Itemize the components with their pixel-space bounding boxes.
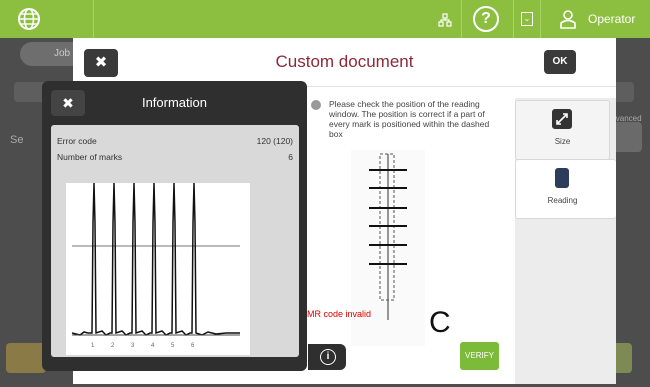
side-tab-panel: Size Reading [515,98,616,384]
marks-row: Number of marks 6 [57,152,293,162]
marks-value: 6 [288,152,293,162]
dialog-title: Custom document [275,52,414,71]
info-icon: i [320,349,336,365]
tab-size-label: Size [554,137,571,146]
topbar-divider [461,0,462,38]
verify-button[interactable]: VERIFY [460,342,499,370]
error-code-label: Error code [57,136,97,146]
globe-icon[interactable] [17,7,41,31]
user-icon[interactable] [560,9,576,29]
dialog-header: ✖ Custom document OK [73,38,616,87]
graph-tick: 1 [91,343,95,349]
topbar-divider [540,0,541,38]
info-title: Information [141,95,208,110]
ok-button[interactable]: OK [544,50,576,74]
operator-label[interactable]: Operator [588,12,635,26]
bg-settings-tile [612,122,642,152]
page-edge-letter: C [429,306,451,339]
information-dialog: ✖ Information Error code 120 (120) Numbe… [42,81,307,371]
marks-label: Number of marks [57,152,123,162]
top-bar: ? ⌄ Operator [0,0,650,38]
tab-reading-label: Reading [547,196,578,205]
jobs-label: Job [54,48,71,59]
omr-error-text: OMR code invalid [300,309,372,319]
tab-size[interactable]: Size [515,100,610,160]
error-code-row: Error code 120 (120) [57,136,293,146]
info-toggle-button[interactable]: i [308,344,346,370]
info-bullet-icon [311,100,321,110]
instruction-text: Please check the position of the reading… [329,99,490,139]
topbar-divider [93,0,94,38]
topbar-divider [513,0,514,38]
signal-graph: 1 2 3 4 5 6 [66,182,250,355]
bg-side-label: Se [10,134,24,146]
help-icon[interactable]: ? [473,6,499,32]
document-icon [555,168,569,188]
chevron-down-icon[interactable]: ⌄ [521,12,533,26]
error-code-value: 120 (120) [256,136,293,146]
graph-tick: 5 [171,343,175,349]
graph-tick: 2 [111,343,115,349]
info-body: Error code 120 (120) Number of marks 6 1… [51,125,299,357]
graph-tick: 6 [191,343,195,349]
graph-tick: 3 [131,343,135,349]
bg-button-left [6,343,46,373]
tab-reading[interactable]: Reading [515,159,616,219]
network-icon[interactable] [438,13,452,27]
signal-trace [71,182,240,336]
graph-tick: 4 [151,343,155,349]
resize-icon [552,109,572,129]
